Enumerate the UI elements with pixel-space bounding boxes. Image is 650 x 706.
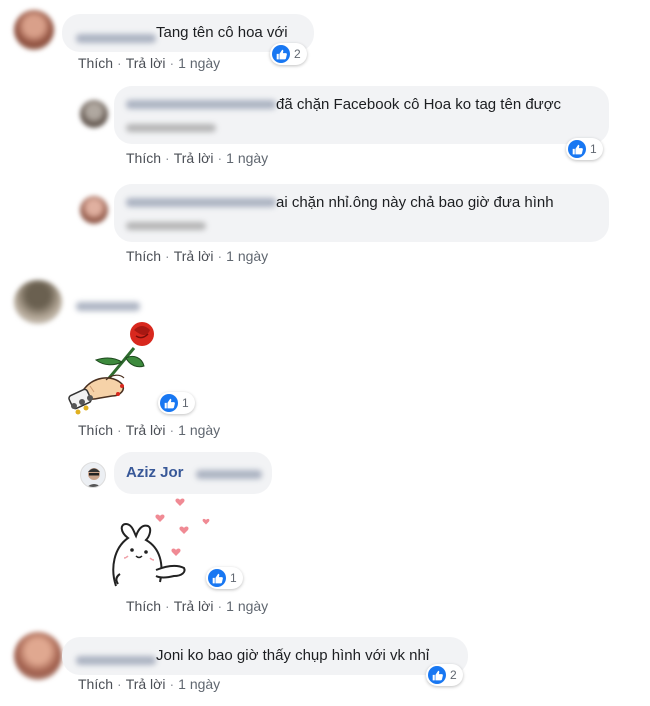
comment-actions: Thích · Trả lời · 1 ngày: [126, 598, 269, 614]
like-link[interactable]: Thích: [126, 248, 161, 264]
commenter-avatar[interactable]: [80, 196, 108, 224]
person-icon: [87, 468, 101, 487]
comment-text: ai chặn nhỉ.ông này chả bao giờ đưa hình: [276, 194, 554, 211]
timestamp[interactable]: 1 ngày: [226, 598, 268, 614]
comment-bubble: Joni ko bao giờ thấy chụp hình với vk nh…: [62, 637, 468, 675]
reaction-count[interactable]: 2: [270, 43, 307, 65]
comment-actions: Thích · Trả lời · 1 ngày: [126, 248, 269, 264]
timestamp[interactable]: 1 ngày: [226, 248, 268, 264]
thumbs-up-icon: [428, 666, 446, 684]
like-link[interactable]: Thích: [78, 55, 113, 71]
reply-link[interactable]: Trả lời: [174, 150, 214, 166]
reply-link[interactable]: Trả lời: [126, 422, 166, 438]
reply-link[interactable]: Trả lời: [126, 55, 166, 71]
commenter-avatar[interactable]: [14, 280, 62, 324]
reaction-number: 1: [230, 571, 237, 585]
comment-actions: Thích · Trả lời · 1 ngày: [126, 150, 269, 166]
thumbs-up-icon: [160, 394, 178, 412]
reply-link[interactable]: Trả lời: [174, 248, 214, 264]
comment-bubble: ai chặn nhỉ.ông này chả bao giờ đưa hình: [114, 184, 609, 242]
reaction-count[interactable]: 1: [158, 392, 195, 414]
timestamp[interactable]: 1 ngày: [178, 676, 220, 692]
reaction-number: 1: [590, 142, 597, 156]
commenter-name[interactable]: [76, 302, 140, 311]
reaction-count[interactable]: 1: [566, 138, 603, 160]
reply-link[interactable]: Trả lời: [126, 676, 166, 692]
commenter-avatar[interactable]: [14, 10, 54, 50]
commenter-avatar[interactable]: [80, 100, 108, 128]
reply-link[interactable]: Trả lời: [174, 598, 214, 614]
thumbs-up-icon: [272, 45, 290, 63]
rabbit-sticker: [112, 498, 210, 587]
comment-text: Tang tên cô hoa với: [156, 24, 288, 41]
thumbs-up-icon: [568, 140, 586, 158]
timestamp[interactable]: 1 ngày: [178, 55, 220, 71]
like-link[interactable]: Thích: [78, 676, 113, 692]
like-link[interactable]: Thích: [78, 422, 113, 438]
commenter-name[interactable]: Aziz Jor: [126, 463, 184, 483]
comment-actions: Thích · Trả lời · 1 ngày: [78, 676, 221, 692]
reaction-number: 2: [294, 47, 301, 61]
comment-actions: Thích · Trả lời · 1 ngày: [78, 422, 221, 438]
comment-bubble: Aziz Jor: [114, 452, 272, 494]
comment-actions: Thích · Trả lời · 1 ngày: [78, 55, 221, 71]
comment-bubble: đã chặn Facebook cô Hoa ko tag tên được: [114, 86, 609, 144]
like-link[interactable]: Thích: [126, 598, 161, 614]
thumbs-up-icon: [208, 569, 226, 587]
rose-sticker: [68, 322, 154, 415]
comment-text: Joni ko bao giờ thấy chụp hình với vk nh…: [156, 647, 430, 664]
comment-text: đã chặn Facebook cô Hoa ko tag tên được: [276, 96, 562, 113]
reaction-number: 2: [450, 668, 457, 682]
reaction-number: 1: [182, 396, 189, 410]
commenter-avatar[interactable]: [14, 632, 62, 680]
reaction-count[interactable]: 2: [426, 664, 463, 686]
like-link[interactable]: Thích: [126, 150, 161, 166]
timestamp[interactable]: 1 ngày: [178, 422, 220, 438]
commenter-avatar[interactable]: [80, 462, 106, 488]
reaction-count[interactable]: 1: [206, 567, 243, 589]
timestamp[interactable]: 1 ngày: [226, 150, 268, 166]
